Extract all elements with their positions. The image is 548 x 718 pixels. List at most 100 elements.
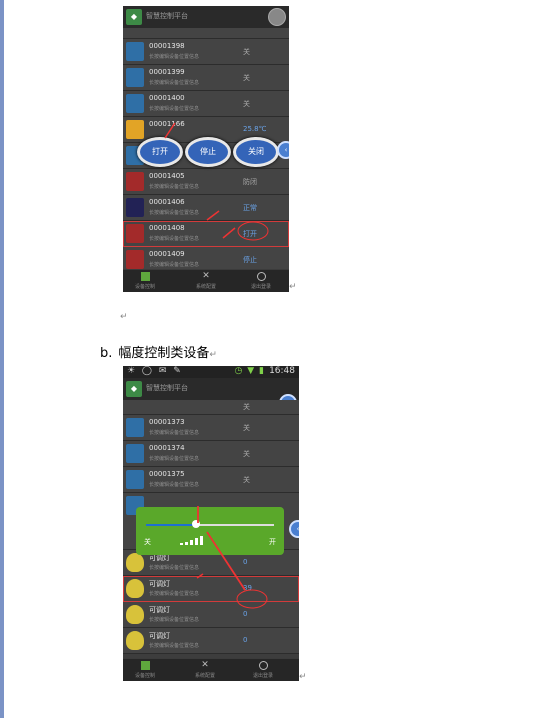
bulb-icon [126,579,144,598]
tab-label: 系统配置 [195,284,216,290]
device-state: 防闭 [243,178,257,186]
app-bar: ◆ 智慧控制平台 [123,378,299,400]
device-control-icon [140,661,150,670]
document-margin-bar [0,0,4,718]
slider-min-label: 关 [144,538,151,546]
brightness-slider-popup: 关 开 [136,507,284,555]
heading-prefix: b. [100,346,113,361]
stop-button[interactable]: 停止 [185,137,231,167]
list-item[interactable]: 00001405 长按编辑设备位置信息 防闭 [123,169,289,195]
app-logo-icon: ◆ [126,9,142,25]
device-subtitle: 长按编辑设备位置信息 [149,482,200,488]
tools-icon: ✕ [201,660,209,670]
device-name: 00001166 [149,120,185,128]
device-subtitle: 长按编辑设备位置信息 [149,430,200,436]
thermometer-icon [126,120,144,139]
device-name: 可调灯 [149,632,170,640]
device-state: 关 [243,424,250,432]
list-item[interactable]: 00001375 长按编辑设备位置信息 关 [123,467,299,493]
app-bar: ◆ 智慧控制平台 [123,6,289,28]
power-icon [256,272,266,281]
list-item[interactable]: 可调灯 长按编辑设备位置信息 0 [123,602,299,628]
signal-bars-icon [180,535,210,545]
device-subtitle: 长按编辑设备位置信息 [149,210,200,216]
close-button[interactable]: 关闭 [233,137,279,167]
device-name: 00001405 [149,172,185,180]
bulb-icon [126,553,144,572]
device-subtitle: 长按编辑设备位置信息 [149,54,200,60]
list-item[interactable]: 00001398 长按编辑设备位置信息 关 [123,39,289,65]
device-name-tail: 66 [175,120,185,128]
list-item[interactable]: 可调灯 长按编辑设备位置信息 0 [123,628,299,654]
status-time: 16:48 [269,366,295,376]
device-state: 关 [243,74,250,82]
list-item[interactable]: 00001399 长按编辑设备位置信息 关 [123,65,289,91]
device-name: 00001400 [149,94,185,102]
device-name: 00001399 [149,68,185,76]
switch-device-icon [126,94,144,113]
switch-device-icon [126,444,144,463]
phone-screenshot-1: ◆ 智慧控制平台 00001398 长按编辑设备位置信息 关 00001399 … [123,6,289,292]
settings-icon[interactable] [268,8,286,26]
list-item[interactable] [123,28,289,39]
device-state: 关 [243,403,250,411]
device-name: 00001408 [149,224,185,232]
device-subtitle: 长按编辑设备位置信息 [149,617,200,623]
heading-text: 幅度控制类设备 [118,346,210,361]
device-subtitle: 长按编辑设备位置信息 [149,643,200,649]
device-state: 关 [243,450,250,458]
tab-device-control[interactable]: 设备控制 [125,661,165,679]
list-item[interactable]: 00001400 长按编辑设备位置信息 关 [123,91,289,117]
slider-knob[interactable] [192,520,200,528]
tab-logout[interactable]: 退出登录 [241,272,281,290]
status-icons-right: ◷ ▼ ▮ [234,366,265,376]
slider-max-label: 开 [269,538,276,546]
tab-system-config[interactable]: ✕ 系统配置 [185,660,225,680]
device-subtitle: 长按编辑设备位置信息 [149,80,200,86]
brightness-slider[interactable] [146,520,274,528]
slider-fill [146,524,196,526]
status-icons-left: ☀ ◯ ✉ ✎ [127,366,183,376]
app-title: 智慧控制平台 [146,12,188,20]
tab-system-config[interactable]: ✕ 系统配置 [186,272,226,291]
device-name: 00001409 [149,250,185,258]
app-title: 智慧控制平台 [146,384,188,392]
device-subtitle: 长按编辑设备位置信息 [149,236,200,242]
bottom-nav: 设备控制 ✕ 系统配置 退出登录 [123,658,299,681]
list-item[interactable]: 00001373 长按编辑设备位置信息 关 [123,415,299,441]
tab-logout[interactable]: 退出登录 [243,661,283,679]
paragraph-mark: ↵ [120,312,128,322]
status-bar: ☀ ◯ ✉ ✎ ◷ ▼ ▮ 16:48 [123,366,299,378]
device-name: 可调灯 [149,580,170,588]
power-icon [258,661,268,670]
tab-label: 设备控制 [134,673,155,679]
list-item[interactable]: 关 [123,400,299,415]
device-name: 00001375 [149,470,185,478]
device-state: 关 [243,48,250,56]
switch-device-icon [126,42,144,61]
device-state: 0 [243,636,248,644]
device-control-icon [140,272,150,281]
list-item[interactable]: 00001406 长按编辑设备位置信息 正常 [123,195,289,221]
app-logo-icon: ◆ [126,381,142,397]
list-item[interactable]: 00001374 长按编辑设备位置信息 关 [123,441,299,467]
tab-label: 系统配置 [194,673,215,679]
switch-device-icon [126,418,144,437]
device-name: 00001406 [149,198,185,206]
list-item-selected[interactable]: 00001408 长按编辑设备位置信息 打开 [123,221,289,247]
expand-icon[interactable]: ‹ [277,141,289,159]
open-button[interactable]: 打开 [137,137,183,167]
device-state: 39 [243,584,252,592]
device-state: 关 [243,100,250,108]
device-name: 00001374 [149,444,185,452]
list-item-selected[interactable]: 可调灯 长按编辑设备位置信息 39 [123,576,299,602]
device-state: 25.8℃ [243,125,267,133]
device-name: 00001373 [149,418,185,426]
switch-device-icon [126,470,144,489]
device-name: 可调灯 [149,606,170,614]
device-subtitle: 长按编辑设备位置信息 [149,262,200,268]
tab-device-control[interactable]: 设备控制 [125,272,165,290]
device-subtitle: 长按编辑设备位置信息 [149,565,200,571]
section-heading: b. 幅度控制类设备↵ [100,342,217,361]
device-state: 打开 [243,230,257,238]
